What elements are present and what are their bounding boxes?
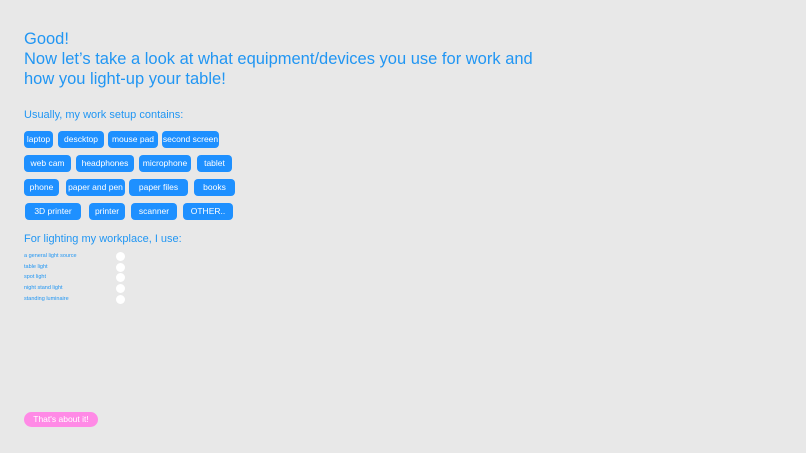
chip-scanner[interactable]: scanner — [131, 203, 177, 220]
chip-mouse-pad[interactable]: mouse pad — [108, 131, 158, 148]
intro-line-1: Good! — [24, 30, 69, 48]
lighting-option-label: spot light — [24, 274, 47, 281]
intro-line-3: how you light-up your table! — [24, 70, 226, 88]
lighting-option-label: a general light source — [24, 253, 77, 259]
lighting-option-radio[interactable] — [116, 262, 125, 272]
chip-phone[interactable]: phone — [24, 179, 59, 196]
chip-microphone[interactable]: microphone — [139, 155, 191, 172]
chip-laptop[interactable]: laptop — [24, 131, 53, 148]
chip-second-screen[interactable]: second screen — [162, 131, 219, 148]
lighting-title: For lighting my workplace, I use: — [24, 233, 182, 245]
chip-headphones[interactable]: headphones — [76, 155, 134, 172]
lighting-option-radio[interactable] — [116, 284, 125, 294]
chip-books[interactable]: books — [194, 179, 235, 196]
chip-web-cam[interactable]: web cam — [24, 155, 71, 172]
intro-heading: Good! Now let’s take a look at what equi… — [24, 29, 544, 89]
lighting-option-night-stand-light: night stand light — [24, 284, 134, 295]
chip-other[interactable]: OTHER.. — [183, 203, 233, 220]
done-button[interactable]: That's about it! — [24, 412, 98, 427]
chip-desktop[interactable]: descktop — [58, 131, 104, 148]
setup-title: Usually, my work setup contains: — [24, 109, 184, 121]
chip-paper-files[interactable]: paper files — [129, 179, 188, 196]
chip-paper-and-pen[interactable]: paper and pen — [66, 179, 125, 196]
lighting-option-radio[interactable] — [116, 252, 125, 261]
lighting-option-radio[interactable] — [116, 273, 125, 283]
lighting-options: a general light source table light spot … — [24, 252, 134, 305]
chip-3d-printer[interactable]: 3D printer — [25, 203, 81, 220]
lighting-option-standing-luminaire: standing luminaire — [24, 294, 134, 306]
intro-line-2: Now let’s take a look at what equipment/… — [24, 50, 533, 68]
lighting-option-label: standing luminaire — [24, 295, 69, 302]
chip-printer[interactable]: printer — [89, 203, 125, 220]
page: Good! Now let’s take a look at what equi… — [0, 0, 806, 453]
lighting-option-general: a general light source — [24, 252, 134, 263]
chip-tablet[interactable]: tablet — [197, 155, 232, 172]
lighting-option-label: table light — [24, 263, 48, 270]
lighting-option-spot-light: spot light — [24, 273, 134, 284]
lighting-option-table-light: table light — [24, 262, 134, 274]
lighting-option-radio[interactable] — [116, 294, 125, 304]
lighting-option-label: night stand light — [24, 285, 63, 292]
